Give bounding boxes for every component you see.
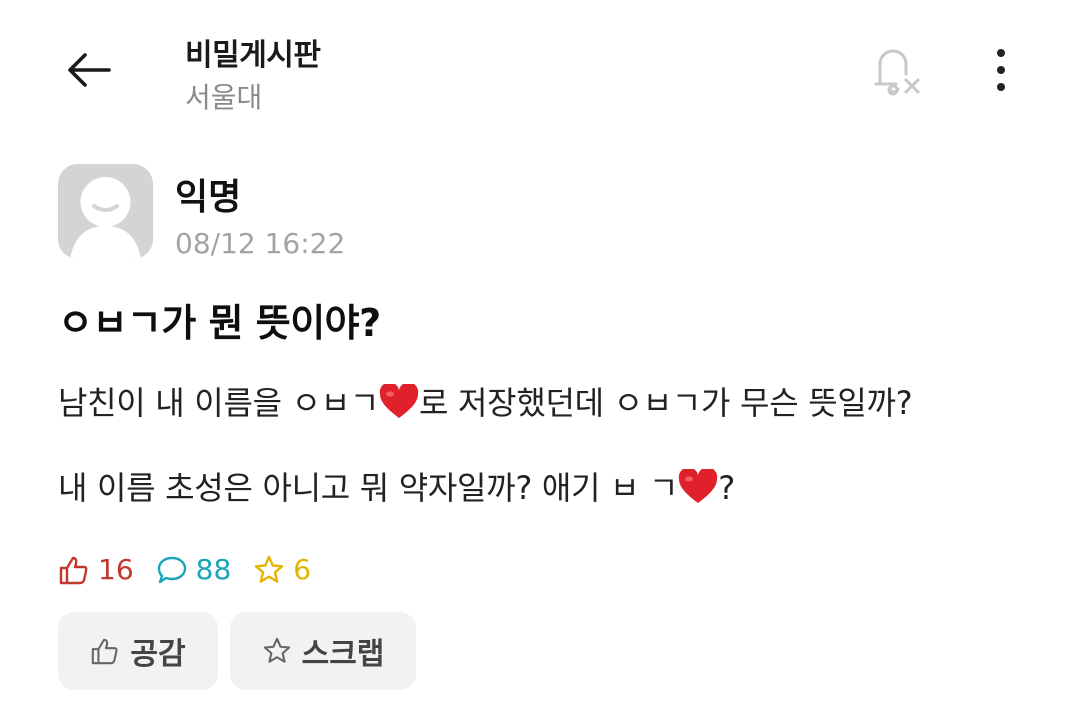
bell-off-icon xyxy=(874,49,920,96)
body-text: ? xyxy=(718,469,735,507)
back-arrow-icon xyxy=(68,53,111,87)
board-title: 비밀게시판 xyxy=(185,38,321,73)
like-count-value: 16 xyxy=(98,553,134,586)
comment-count-value: 88 xyxy=(195,553,232,586)
body-text: 남친이 내 이름을 ㅇㅂㄱ xyxy=(58,384,380,422)
thumbs-up-icon xyxy=(92,638,118,665)
scrap-count-value: 6 xyxy=(293,553,312,586)
more-options-button[interactable] xyxy=(976,40,1026,100)
post-body-line-1: 남친이 내 이름을 ㅇㅂㄱ 로 저장했던데 ㅇㅂㄱ가 무슨 뜻일까? xyxy=(58,378,913,424)
post-body-line-2: 내 이름 초성은 아니고 뭐 약자일까? 애기 ㅂ ㄱ? xyxy=(58,463,735,509)
school-name: 서울대 xyxy=(185,81,263,114)
more-dot xyxy=(997,83,1005,91)
back-button[interactable] xyxy=(58,42,120,98)
comment-icon xyxy=(157,556,186,583)
more-dot xyxy=(997,66,1005,74)
post-title: ㅇㅂㄱ가 뭔 뜻이야? xyxy=(58,301,381,345)
notification-toggle-button[interactable] xyxy=(862,38,928,104)
like-count: 16 xyxy=(58,553,134,586)
heart-emoji xyxy=(678,469,718,503)
post-stats: 16 88 6 xyxy=(58,553,333,586)
thumbs-up-icon xyxy=(59,556,88,584)
heart-emoji xyxy=(379,384,419,418)
more-vertical-icon xyxy=(997,49,1005,57)
like-button-label: 공감 xyxy=(130,637,186,672)
scrap-button-label: 스크랩 xyxy=(301,637,385,672)
star-icon xyxy=(263,637,290,663)
post-timestamp: 08/12 16:22 xyxy=(175,227,346,260)
scrap-button[interactable]: 스크랩 xyxy=(230,612,416,690)
author-name: 익명 xyxy=(175,177,242,218)
star-icon xyxy=(255,555,284,583)
like-button[interactable]: 공감 xyxy=(58,612,218,690)
anonymous-avatar xyxy=(58,164,153,259)
comment-count: 88 xyxy=(156,553,232,586)
body-text: 로 저장했던데 ㅇㅂㄱ가 무슨 뜻일까? xyxy=(419,384,913,422)
body-text: 내 이름 초성은 아니고 뭐 약자일까? 애기 ㅂ ㄱ xyxy=(58,469,679,507)
scrap-count: 6 xyxy=(253,553,311,586)
